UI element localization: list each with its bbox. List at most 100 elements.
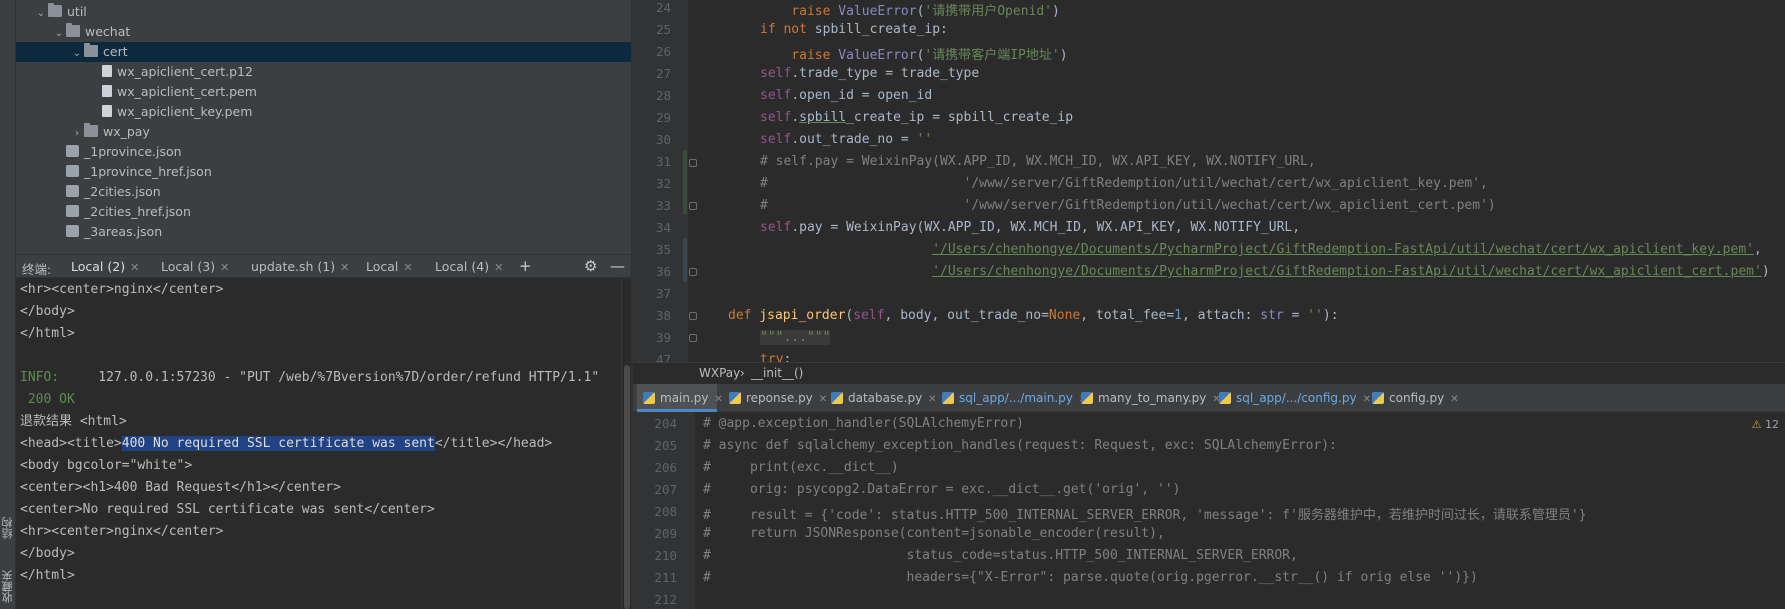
project-tree: ⌄ util ⌄ wechat ⌄ cert wx_apiclient_cert.p12 wx… bbox=[16, 0, 631, 254]
string-literal: '/Users/chenhongye/Documents/PycharmProj… bbox=[932, 242, 1754, 257]
code-line: '/Users/chenhongye/Documents/PycharmProj… bbox=[932, 242, 1762, 257]
file-tab-main[interactable]: main.py ✕ bbox=[637, 384, 723, 412]
fold-icon[interactable] bbox=[689, 334, 697, 342]
file-tab-config[interactable]: config.py ✕ bbox=[1366, 384, 1459, 412]
fold-icon[interactable] bbox=[689, 202, 697, 210]
tree-item[interactable]: _1province.json bbox=[16, 142, 631, 162]
add-icon[interactable]: + bbox=[519, 257, 532, 275]
line-number: 24 bbox=[655, 0, 671, 15]
head-suffix: </title></head> bbox=[434, 436, 553, 451]
file-tab-database[interactable]: database.py ✕ bbox=[825, 384, 937, 412]
tree-item[interactable]: ⌄ util bbox=[16, 2, 631, 22]
comment-line: # print(exc.__dict__) bbox=[703, 460, 899, 475]
python-file-icon bbox=[831, 392, 843, 404]
terminal-output[interactable]: <hr><center>nginx</center> </body> </htm… bbox=[16, 279, 621, 609]
file-tab-reponse[interactable]: reponse.py ✕ bbox=[723, 384, 827, 412]
line-number: 25 bbox=[655, 22, 671, 37]
close-icon[interactable]: ✕ bbox=[340, 261, 349, 274]
file-tab-label: sql_app/.../config.py bbox=[1236, 391, 1357, 405]
selected-text[interactable]: 400 No required SSL certificate was sent bbox=[121, 436, 435, 451]
chevron-down-icon[interactable]: ⌄ bbox=[34, 4, 48, 24]
close-icon[interactable]: ✕ bbox=[1450, 394, 1458, 405]
terminal-line: </html> bbox=[20, 568, 75, 583]
fold-icon[interactable] bbox=[689, 312, 697, 320]
close-icon[interactable]: ✕ bbox=[403, 261, 412, 274]
code-line: self.open_id = open_id bbox=[760, 88, 933, 103]
docstring-fold[interactable]: """...""" bbox=[760, 330, 831, 345]
file-tab-label: database.py bbox=[848, 391, 923, 405]
line-number: 33 bbox=[655, 198, 671, 213]
comment-line: # async def sqlalchemy_exception_handles… bbox=[703, 438, 1337, 453]
terminal-tab[interactable]: Local (3) ✕ bbox=[161, 259, 229, 274]
tree-item[interactable]: wx_apiclient_cert.p12 bbox=[16, 62, 631, 82]
warning-count: 12 bbox=[1765, 418, 1779, 431]
left-tool-strip: 结构 收藏夹 bbox=[0, 0, 16, 609]
line-number: 37 bbox=[655, 286, 671, 301]
close-icon[interactable]: ✕ bbox=[715, 394, 723, 405]
terminal-tab-label: Local (4) bbox=[435, 259, 490, 274]
tree-item-label: wechat bbox=[85, 24, 131, 39]
fold-icon[interactable] bbox=[689, 159, 697, 167]
folder-icon bbox=[66, 23, 80, 37]
structure-tool-tab[interactable]: 结构 bbox=[0, 508, 16, 548]
vcs-change-marker[interactable] bbox=[683, 150, 687, 214]
file-tab-many-to-many[interactable]: many_to_many.py ✕ bbox=[1075, 384, 1221, 412]
chevron-down-icon[interactable]: ⌄ bbox=[52, 24, 66, 44]
terminal-scrollbar[interactable] bbox=[621, 279, 631, 609]
close-icon[interactable]: ✕ bbox=[220, 261, 229, 274]
warning-icon: ⚠ bbox=[1751, 418, 1762, 431]
comment-line: # '/www/server/GiftRedemption/util/wecha… bbox=[760, 176, 1488, 191]
chevron-down-icon[interactable]: ⌄ bbox=[70, 44, 84, 64]
bottom-code-editor[interactable]: 204 205 206 207 208 209 210 211 212 ⚠ 12 # @app.… bbox=[633, 412, 1785, 609]
minimize-icon[interactable]: — bbox=[610, 257, 625, 275]
file-tab-label: config.py bbox=[1389, 391, 1445, 405]
tree-item[interactable]: _1province_href.json bbox=[16, 162, 631, 182]
chevron-right-icon[interactable]: › bbox=[70, 124, 84, 144]
terminal-info-line: INFO: 127.0.0.1:57230 - "PUT /web/%7Bver… bbox=[20, 367, 599, 389]
code-line: '/Users/chenhongye/Documents/PycharmProj… bbox=[932, 264, 1770, 279]
breadcrumb-separator: › bbox=[740, 366, 745, 380]
terminal-line: <hr><center>nginx</center> bbox=[20, 282, 224, 297]
tree-item[interactable]: _3areas.json bbox=[16, 222, 631, 242]
string-literal: '/Users/chenhongye/Documents/PycharmProj… bbox=[932, 264, 1762, 279]
line-number: 209 bbox=[654, 526, 677, 541]
gear-icon[interactable]: ⚙ bbox=[584, 257, 597, 275]
tree-item[interactable]: wx_apiclient_key.pem bbox=[16, 102, 631, 122]
fold-icon[interactable] bbox=[689, 268, 697, 276]
file-icon bbox=[102, 85, 112, 97]
breadcrumb-method[interactable]: __init__() bbox=[751, 366, 803, 380]
line-number: 27 bbox=[655, 66, 671, 81]
line-number: 28 bbox=[655, 88, 671, 103]
vcs-change-marker[interactable] bbox=[683, 238, 687, 282]
tree-item[interactable]: _2cities_href.json bbox=[16, 202, 631, 222]
terminal-line: <center><h1>400 Bad Request</h1></center… bbox=[20, 480, 341, 495]
terminal-line: </body> bbox=[20, 304, 75, 319]
line-number: 211 bbox=[654, 570, 677, 585]
file-tab-sql-app-config[interactable]: sql_app/.../config.py ✕ bbox=[1213, 384, 1371, 412]
terminal-tab[interactable]: Local ✕ bbox=[366, 259, 413, 274]
code-line: raise ValueError('请携带客户端IP地址') bbox=[791, 48, 1068, 63]
line-number: 207 bbox=[654, 482, 677, 497]
bookmarks-tool-tab[interactable]: 收藏夹 bbox=[0, 565, 16, 609]
terminal-tab[interactable]: Local (2) ✕ bbox=[71, 259, 139, 274]
scrollbar-thumb[interactable] bbox=[624, 365, 630, 609]
close-icon[interactable]: ✕ bbox=[130, 261, 139, 274]
terminal-tab[interactable]: update.sh (1) ✕ bbox=[251, 259, 349, 274]
comment-line: # headers={"X-Error": parse.quote(orig.p… bbox=[703, 570, 1478, 585]
tree-item[interactable]: wx_apiclient_cert.pem bbox=[16, 82, 631, 102]
tree-item[interactable]: ⌄ wechat bbox=[16, 22, 631, 42]
warning-indicator[interactable]: ⚠ 12 bbox=[1752, 418, 1779, 431]
terminal-line: <body bgcolor="white"> bbox=[20, 458, 193, 473]
tree-item[interactable]: _2cities.json bbox=[16, 182, 631, 202]
terminal-head-line: <head><title>400 No required SSL certifi… bbox=[20, 433, 552, 455]
file-tab-sql-app-main[interactable]: sql_app/.../main.py✕ bbox=[936, 384, 1087, 412]
code-line: self.out_trade_no = '' bbox=[760, 132, 933, 147]
close-icon[interactable]: ✕ bbox=[494, 261, 503, 274]
tree-item[interactable]: ⌄ cert bbox=[16, 42, 631, 62]
top-code-editor[interactable]: 24 25 26 27 28 29 30 31 32 33 34 35 36 37 38 39 47 raise… bbox=[633, 0, 1785, 362]
breadcrumb-class[interactable]: WXPay bbox=[699, 366, 740, 380]
tree-item[interactable]: › wx_pay bbox=[16, 122, 631, 142]
comment-line: # result = {'code': status.HTTP_500_INTE… bbox=[703, 508, 1587, 523]
terminal-tab[interactable]: Local (4) ✕ bbox=[435, 259, 503, 274]
tree-item-label: _1province_href.json bbox=[84, 164, 212, 179]
